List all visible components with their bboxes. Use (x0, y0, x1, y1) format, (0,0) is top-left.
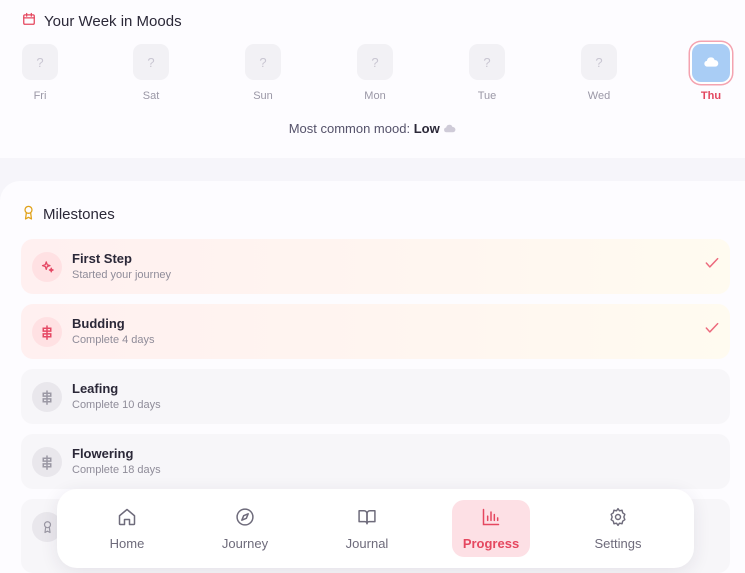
week-moods-title: Your Week in Moods (22, 12, 182, 30)
award-icon (22, 205, 35, 224)
nav-progress[interactable]: Progress (452, 500, 530, 557)
day-sun[interactable]: ? Sun (233, 44, 293, 102)
day-label: Sun (253, 90, 273, 102)
day-mood-box[interactable]: ? (22, 44, 58, 80)
day-label: Wed (587, 90, 611, 102)
calendar-icon (22, 12, 36, 30)
day-label: Sat (142, 90, 160, 102)
milestone-desc: Complete 10 days (72, 399, 161, 411)
bottom-nav: Home Journey Journal Progress Settings (57, 489, 694, 568)
check-icon (705, 256, 719, 273)
home-icon (117, 507, 137, 530)
milestone-desc: Complete 18 days (72, 464, 161, 476)
gear-icon (608, 507, 628, 530)
milestone-name: First Step (72, 251, 132, 266)
day-tue[interactable]: ? Tue (457, 44, 517, 102)
milestone-name: Flowering (72, 446, 134, 461)
milestone-name: Leafing (72, 381, 119, 396)
milestone-first-step[interactable]: First Step Started your journey (21, 239, 730, 294)
compass-icon (235, 507, 255, 530)
day-label: Mon (364, 90, 386, 102)
chart-icon (481, 507, 501, 530)
day-wed[interactable]: ? Wed (569, 44, 629, 102)
most-common-mood: Most common mood: Low (0, 121, 745, 136)
most-common-mood-value: Low (413, 121, 440, 136)
cloud-icon (703, 56, 719, 71)
nav-journal[interactable]: Journal (328, 500, 406, 557)
day-sat[interactable]: ? Sat (121, 44, 181, 102)
day-mood-box[interactable]: ? (245, 44, 281, 80)
milestone-budding[interactable]: Budding Complete 4 days (21, 304, 730, 359)
sprout-icon (32, 382, 62, 412)
day-mood-box[interactable]: ? (133, 44, 169, 80)
day-mood-box[interactable]: ? (469, 44, 505, 80)
day-mood-box[interactable]: ? (357, 44, 393, 80)
week-days-row: ? Fri ? Sat ? Sun ? Mon ? Tue ? Wed Thu (0, 44, 745, 108)
sprout-icon (32, 317, 62, 347)
sparkle-icon (32, 252, 62, 282)
milestone-flowering[interactable]: Flowering Complete 18 days (21, 434, 730, 489)
day-fri[interactable]: ? Fri (10, 44, 70, 102)
milestone-desc: Complete 4 days (72, 334, 155, 346)
day-thu-today[interactable]: Thu (681, 44, 741, 102)
milestone-leafing[interactable]: Leafing Complete 10 days (21, 369, 730, 424)
day-label: Tue (477, 90, 497, 102)
check-icon (705, 321, 719, 338)
cloud-icon (443, 124, 456, 136)
milestone-name: Budding (72, 316, 125, 331)
day-mood-box[interactable]: ? (581, 44, 617, 80)
nav-settings[interactable]: Settings (579, 500, 657, 557)
day-label: Fri (33, 90, 47, 102)
day-mood-box[interactable] (692, 44, 730, 82)
book-icon (357, 507, 377, 530)
day-label: Thu (700, 90, 722, 102)
day-mon[interactable]: ? Mon (345, 44, 405, 102)
nav-home[interactable]: Home (88, 500, 166, 557)
nav-journey[interactable]: Journey (206, 500, 284, 557)
sprout-icon (32, 447, 62, 477)
milestone-desc: Started your journey (72, 269, 172, 281)
milestones-title: Milestones (22, 205, 115, 224)
